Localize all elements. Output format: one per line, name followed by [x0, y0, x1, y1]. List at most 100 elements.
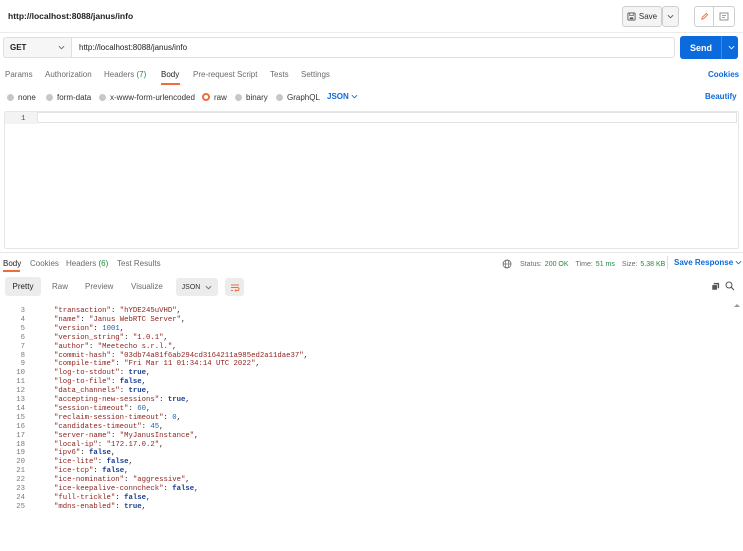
method-select[interactable]: GET: [3, 37, 71, 58]
json-key: "ice-tcp": [54, 467, 94, 476]
body-type-label: raw: [214, 92, 227, 102]
globe-icon[interactable]: [502, 259, 512, 269]
edit-button[interactable]: [694, 6, 714, 27]
json-value: "aggressive": [132, 476, 186, 485]
save-options-button[interactable]: [662, 6, 679, 27]
body-type-binary[interactable]: binary: [235, 92, 268, 102]
response-line: 22 "ice-nomination": "aggressive",: [0, 476, 190, 485]
json-value: false: [102, 467, 125, 476]
json-value: false: [124, 493, 146, 502]
body-type-form-data[interactable]: form-data: [46, 92, 91, 102]
response-line: 14 "session-timeout": 60,: [0, 405, 150, 414]
view-tab-visualize[interactable]: Visualize: [131, 282, 163, 291]
line-number: 6: [20, 333, 25, 342]
cookies-link[interactable]: Cookies: [708, 70, 739, 79]
json-value: false: [89, 449, 111, 458]
json-key: "ipv6": [54, 449, 81, 458]
chevron-down-icon: [351, 94, 358, 99]
json-value: "172.17.0.2": [106, 440, 160, 449]
line-number: 13: [16, 396, 25, 404]
body-type-urlencoded[interactable]: x-www-form-urlencoded: [99, 92, 195, 102]
tab-headers-label: Headers: [104, 70, 135, 79]
tab-headers[interactable]: Headers (7): [104, 70, 146, 79]
json-value: false: [172, 485, 195, 493]
documentation-button[interactable]: [713, 6, 735, 27]
response-format-select[interactable]: JSON: [176, 278, 218, 296]
chevron-down-icon[interactable]: [728, 45, 735, 50]
response-line: 13 "accepting-new-sessions": true,: [0, 396, 190, 405]
request-body-editor[interactable]: [4, 111, 739, 249]
view-tab-pretty[interactable]: Pretty: [5, 277, 41, 296]
json-key: "ice-nomination": [54, 476, 125, 485]
line-number: 11: [16, 378, 25, 387]
json-value: "MyJanusInstance": [119, 431, 195, 440]
line-number: 22: [16, 476, 25, 485]
line-number: 19: [16, 449, 25, 458]
response-line: 15 "reclaim-session-timeout": 0,: [0, 414, 181, 423]
json-key: "log-to-stdout": [54, 369, 120, 378]
search-icon[interactable]: [725, 281, 735, 293]
response-tab-cookies[interactable]: Cookies: [30, 259, 59, 268]
json-value: false: [119, 378, 142, 387]
line-number: 5: [20, 324, 25, 333]
line-number: 12: [16, 387, 25, 396]
json-key: "data_channels": [54, 387, 120, 396]
json-value: "1.0.1": [132, 333, 164, 342]
scrollbar-arrow[interactable]: [734, 301, 740, 307]
line-number: 24: [16, 493, 25, 502]
status-value[interactable]: 200 OK: [545, 261, 569, 268]
editor-active-line[interactable]: [37, 112, 737, 123]
json-value: 1001: [102, 324, 120, 333]
body-format-select[interactable]: JSON: [327, 92, 358, 101]
url-input[interactable]: http://localhost:8088/janus/info: [71, 37, 675, 58]
response-meta: Status: 200 OK Time: 51 ms Size: 5.38 KB: [502, 259, 665, 269]
json-value: "hYDE245uVHD": [119, 307, 177, 315]
tab-tests[interactable]: Tests: [270, 70, 289, 79]
save-label: Save: [638, 12, 658, 21]
tab-pre-request-script[interactable]: Pre-request Script: [193, 70, 257, 79]
wrap-lines-button[interactable]: [225, 278, 244, 296]
line-number: 10: [16, 369, 25, 378]
json-value: 45: [150, 422, 160, 431]
time-value[interactable]: 51 ms: [596, 261, 615, 268]
copy-icon[interactable]: [711, 282, 720, 293]
response-line: 3 "transaction": "hYDE245uVHD",: [0, 307, 181, 316]
body-type-label: binary: [246, 92, 268, 102]
tab-authorization[interactable]: Authorization: [45, 70, 92, 79]
send-button[interactable]: Send: [680, 36, 738, 59]
body-format-label: JSON: [327, 92, 349, 101]
request-title[interactable]: http://localhost:8088/janus/info: [8, 11, 133, 21]
chevron-down-icon: [667, 14, 674, 19]
json-key: "ice-keepalive-conncheck": [54, 485, 164, 493]
json-key: "reclaim-session-timeout": [54, 413, 164, 422]
body-type-raw[interactable]: raw: [202, 92, 227, 102]
body-type-label: x-www-form-urlencoded: [110, 92, 195, 102]
editor-line-number: 1: [21, 115, 26, 123]
tab-body[interactable]: Body: [161, 70, 179, 79]
view-tab-preview[interactable]: Preview: [85, 282, 113, 291]
size-value[interactable]: 5.38 KB: [640, 261, 665, 268]
json-value: true: [128, 369, 146, 378]
view-tab-raw[interactable]: Raw: [52, 282, 68, 291]
line-number: 17: [16, 431, 25, 440]
pane-resize-handle[interactable]: [0, 252, 743, 253]
chevron-down-icon: [205, 285, 212, 289]
send-divider: [721, 36, 723, 59]
save-response-button[interactable]: Save Response: [674, 258, 742, 267]
response-tab-body[interactable]: Body: [3, 259, 21, 268]
json-key: "local-ip": [54, 440, 98, 449]
line-number: 14: [16, 404, 25, 413]
beautify-link[interactable]: Beautify: [705, 92, 737, 101]
response-tab-headers[interactable]: Headers (6): [66, 259, 108, 268]
body-type-graphql[interactable]: GraphQL: [276, 92, 320, 102]
send-label: Send: [690, 42, 713, 53]
response-body[interactable]: 3 "transaction": "hYDE245uVHD", 4 "name": "…: [0, 300, 743, 551]
body-type-label: form-data: [57, 92, 92, 102]
json-key: "ice-lite": [54, 458, 98, 467]
radio-icon: [276, 93, 283, 101]
body-type-none[interactable]: none: [7, 92, 36, 102]
save-button[interactable]: Save: [622, 6, 662, 27]
response-tab-test-results[interactable]: Test Results: [117, 259, 161, 268]
tab-params[interactable]: Params: [5, 70, 33, 79]
tab-settings[interactable]: Settings: [301, 70, 330, 79]
